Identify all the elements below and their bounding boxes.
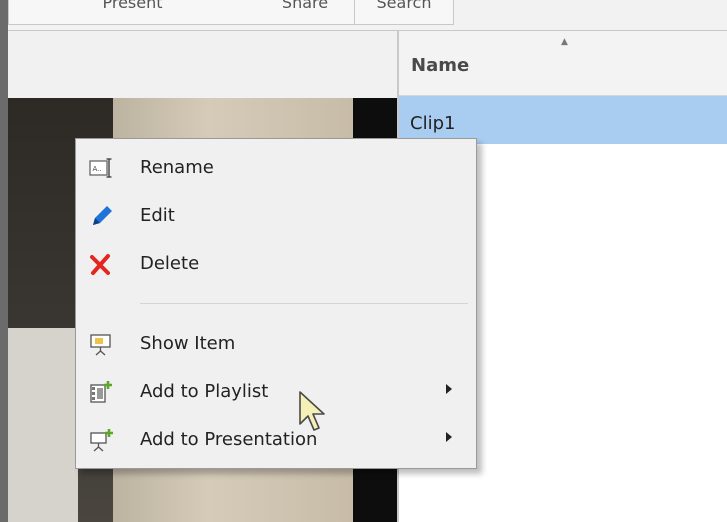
menu-item-label: Show Item: [140, 333, 236, 354]
delete-x-icon: [90, 254, 110, 275]
submenu-arrow-icon: [446, 384, 452, 394]
window-frame-left: [0, 0, 8, 522]
menu-item-show-item[interactable]: Show Item: [76, 322, 476, 366]
menu-item-rename[interactable]: A.. Rename: [76, 146, 476, 190]
context-menu: A.. Rename Edit Delete Show Item Add to …: [75, 138, 477, 469]
tab-label: Share: [281, 0, 329, 12]
menu-separator: [140, 303, 468, 304]
tab-label: Present: [102, 0, 163, 12]
list-item-label: Clip1: [410, 113, 456, 134]
tab-present[interactable]: Present: [8, 0, 257, 25]
add-playlist-icon: [90, 381, 112, 403]
add-presentation-icon: [90, 429, 113, 452]
list-header[interactable]: ▲ Name: [399, 31, 727, 96]
pencil-icon: [93, 206, 112, 225]
tab-label: Search: [376, 0, 432, 12]
svg-text:A..: A..: [93, 165, 102, 173]
menu-item-label: Add to Presentation: [140, 429, 318, 450]
sort-ascending-icon: ▲: [561, 37, 568, 47]
menu-item-edit[interactable]: Edit: [76, 194, 476, 238]
video-person: [8, 328, 78, 522]
presentation-screen-icon: [90, 334, 111, 356]
menu-item-add-to-presentation[interactable]: Add to Presentation: [76, 418, 476, 462]
menu-item-label: Rename: [140, 157, 214, 178]
tab-share[interactable]: Share: [256, 0, 355, 25]
menu-item-add-to-playlist[interactable]: Add to Playlist: [76, 370, 476, 414]
list-item[interactable]: Clip1: [399, 96, 727, 144]
menu-item-label: Delete: [140, 253, 200, 274]
column-header-name[interactable]: Name: [411, 55, 469, 76]
menu-item-delete[interactable]: Delete: [76, 242, 476, 286]
menu-item-label: Edit: [140, 205, 175, 226]
rename-icon: A..: [89, 158, 112, 178]
mouse-cursor-icon: [299, 391, 325, 431]
tab-search[interactable]: Search: [355, 0, 454, 25]
submenu-arrow-icon: [446, 432, 452, 442]
menu-item-label: Add to Playlist: [140, 381, 269, 402]
preview-header: [8, 31, 397, 99]
